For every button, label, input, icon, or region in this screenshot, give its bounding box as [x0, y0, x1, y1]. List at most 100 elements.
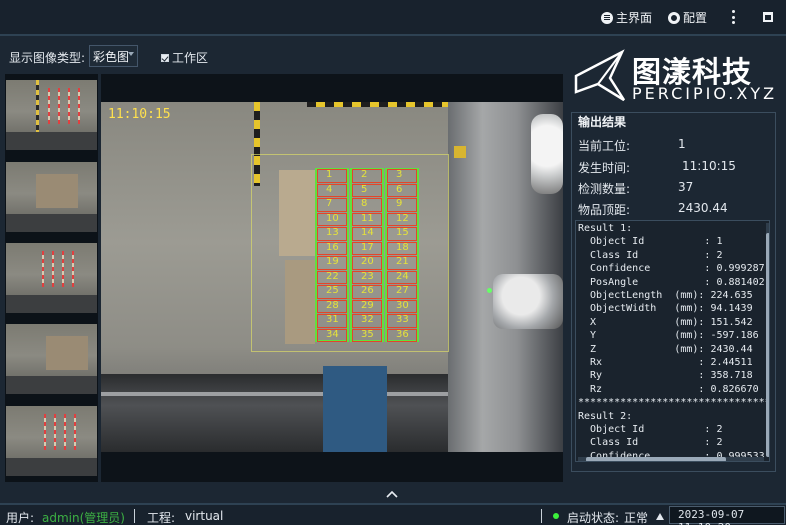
count-label: 检测数量: [578, 182, 631, 196]
result-line: ObjectLength (mm): 224.635 [578, 290, 753, 301]
gear-icon [668, 11, 680, 24]
time-value: 11:10:15 [682, 159, 736, 173]
main-ui-label: 主界面 [616, 11, 653, 25]
result-line: ObjectWidth (mm): 94.1439 [578, 303, 753, 315]
project-label: 工程: [147, 511, 176, 525]
image-type-label: 显示图像类型: [9, 51, 86, 65]
box-number: 8 [361, 198, 368, 209]
user-value: admin(管理员) [42, 511, 125, 525]
user-label: 用户: [6, 511, 35, 525]
triangle-up-icon[interactable] [656, 513, 664, 520]
box-number: 28 [326, 299, 339, 311]
result-line: Class Id : 2 [578, 437, 723, 449]
horizontal-scrollbar[interactable] [578, 457, 764, 461]
thumbnail-1[interactable] [6, 80, 97, 150]
box-number: 22 [326, 270, 339, 282]
logo-subtitle: PERCIPIO.XYZ [632, 84, 778, 103]
box-number: 14 [361, 227, 374, 238]
divider [541, 509, 542, 523]
box-number: 12 [396, 212, 409, 224]
box-number: 35 [361, 328, 374, 340]
result-line: Y (mm): -597.186 [578, 330, 759, 342]
sensor-block [454, 146, 466, 158]
result-line: Ry : 358.718 [578, 370, 753, 382]
box-number: 15 [396, 227, 409, 238]
top-distance-value: 2430.44 [678, 201, 728, 215]
box-number: 10 [326, 212, 339, 224]
output-results-panel: 输出结果 当前工位: 1 发生时间: 11:10:15 检测数量: 37 物品顶… [571, 112, 776, 472]
brand-logo: 图漾科技 PERCIPIO.XYZ [572, 46, 782, 106]
main-ui-button[interactable]: 主界面 [601, 9, 652, 26]
logo-icon [574, 49, 626, 102]
box-number: 36 [396, 328, 409, 340]
box-number: 6 [396, 183, 403, 195]
thumbnail-2[interactable] [6, 162, 97, 232]
result-line: Z (mm): 2430.44 [578, 343, 753, 355]
box-number: 21 [396, 256, 409, 267]
result-line: X (mm): 151.542 [578, 316, 753, 328]
conveyor-belt [101, 374, 448, 452]
count-value: 37 [678, 180, 694, 194]
thumbnail-5[interactable] [6, 406, 97, 476]
box-number: 24 [396, 270, 409, 282]
box-number: 2 [361, 169, 368, 180]
panel-title: 输出结果 [578, 115, 627, 129]
config-button[interactable]: 配置 [668, 9, 707, 26]
maximize-icon[interactable] [763, 12, 773, 22]
blue-bin [323, 366, 387, 452]
thumbnail-3[interactable] [6, 243, 97, 313]
box-number: 20 [361, 256, 374, 267]
result-line: Result 1: [578, 223, 633, 234]
box-number: 4 [326, 183, 333, 195]
result-line: Class Id : 2 [578, 249, 723, 261]
run-status-label: 启动状态: [567, 511, 620, 525]
box-number: 11 [361, 212, 374, 224]
toolbar: 显示图像类型: [0, 38, 570, 74]
box-number: 19 [326, 256, 339, 267]
list-icon [601, 11, 613, 24]
project-value: virtual [185, 509, 224, 523]
box-number: 1 [326, 169, 333, 180]
robot-gripper [493, 274, 563, 329]
result-line: Rx : 2.44511 [578, 357, 753, 368]
box-number: 13 [326, 227, 339, 238]
datetime-display: 2023-09-07 11:10:20 [669, 506, 785, 525]
frame-timestamp: 11:10:15 [108, 107, 171, 122]
box-number: 16 [326, 241, 339, 253]
thumbnail-4[interactable] [6, 324, 97, 394]
result-line: Confidence : 0.999287 [578, 263, 765, 275]
run-status-value: 正常 [624, 511, 649, 525]
config-label: 配置 [683, 11, 708, 25]
box-number: 3 [396, 169, 403, 180]
box-number: 25 [326, 285, 339, 296]
checkbox-checked-icon [161, 53, 169, 62]
box-number: 18 [396, 241, 409, 253]
box-number: 29 [361, 299, 374, 311]
vertical-scrollbar[interactable] [766, 223, 769, 457]
box-number: 26 [361, 285, 374, 296]
robot-arm [531, 114, 563, 194]
result-line: Rz : 0.826670 [578, 383, 759, 395]
status-bar: 用户: admin(管理员) 工程: virtual 启动状态: 正常 2023… [0, 503, 786, 525]
result-text-area[interactable]: Confidence : 0.999533 Class Id : 2 Objec… [575, 220, 770, 462]
top-distance-label: 物品顶距: [578, 203, 631, 217]
result-line: Object Id : 1 [578, 236, 723, 248]
dropdown-arrow-icon [128, 52, 134, 56]
box-number: 32 [361, 314, 374, 325]
title-bar: 主界面 配置 [0, 0, 786, 36]
more-menu-icon[interactable] [732, 10, 736, 24]
box-number: 17 [361, 241, 374, 253]
hazard-stripe-top [307, 102, 455, 107]
box-number: 30 [396, 299, 409, 311]
box-number: 31 [326, 314, 339, 325]
workzone-label: 工作区 [172, 51, 209, 65]
result-line: Object Id : 2 [578, 424, 723, 435]
workzone-checkbox[interactable]: 工作区 [161, 49, 208, 66]
thumbnail-strip [5, 74, 98, 482]
image-type-select[interactable]: 彩色图 [89, 45, 138, 67]
status-dot-icon [553, 513, 559, 519]
image-type-value: 彩色图 [93, 50, 130, 64]
chevron-up-icon[interactable] [386, 488, 398, 500]
box-number: 5 [361, 183, 368, 195]
camera-view[interactable]: 1 2 3 4 5 6 7 8 9 10 11 12 13 14 15 16 17 18 19 20 21 22 23 24 2… [101, 74, 563, 482]
